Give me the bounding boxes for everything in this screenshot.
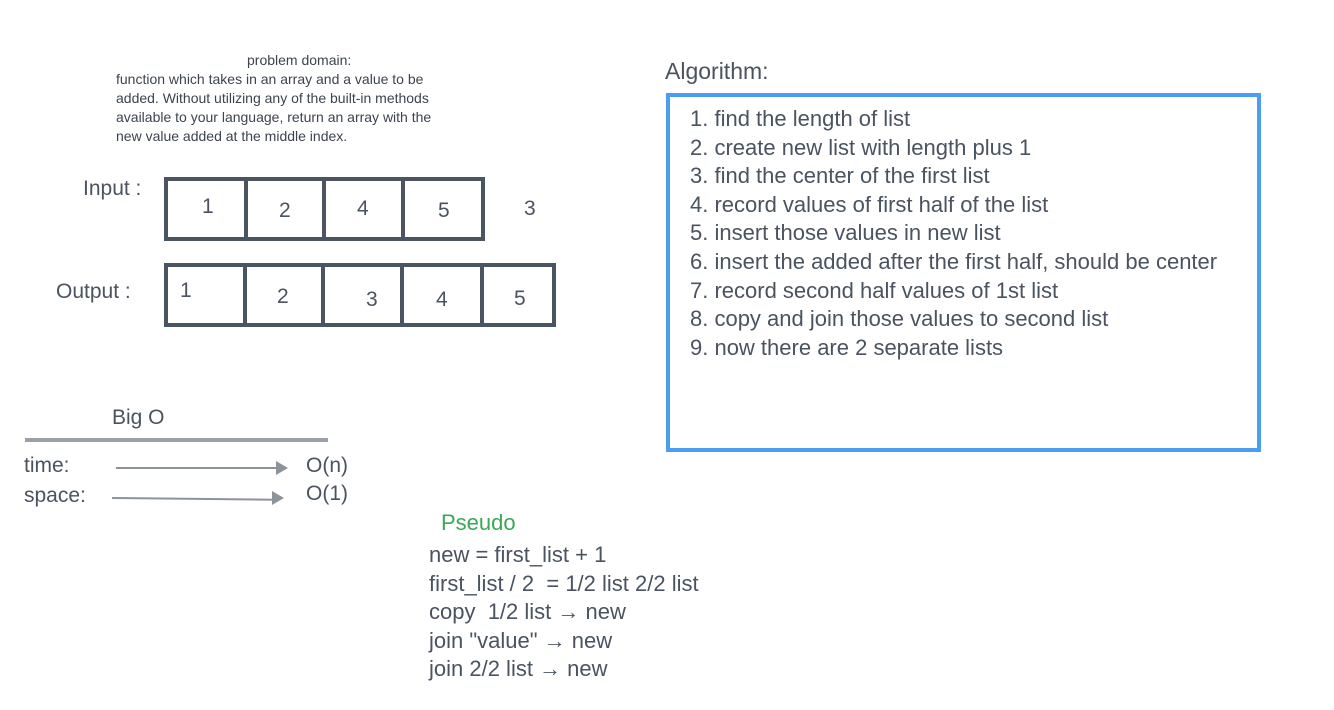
problem-domain-line: new value added at the middle index. [116,128,348,144]
space-complexity: O(1) [306,482,348,505]
output-cell-value: 1 [180,279,192,302]
input-cell: 5 [401,177,485,241]
problem-domain-line: added. Without utilizing any of the buil… [116,90,429,106]
output-cell: 5 [480,263,556,327]
problem-domain-line: function which takes in an array and a v… [116,71,424,87]
output-cell: 4 [400,263,484,327]
pseudo-line: copy 1/2 list → new [429,599,626,625]
output-cell-value: 3 [366,288,378,311]
algorithm-step: 1. find the length of list [690,106,911,131]
pseudo-line: join 2/2 list → new [429,656,608,682]
algorithm-step: 9. now there are 2 separate lists [690,334,1004,360]
output-cell: 1 [164,263,248,327]
algorithm-steps: 1. find the length of list 2. create new… [690,105,1237,362]
pseudo-line: first_list / 2 = 1/2 list 2/2 list [429,570,699,596]
time-label: time: [24,454,70,477]
algorithm-step: 7. record second half values of 1st list [690,277,1059,303]
problem-domain-title: problem domain: [247,52,352,68]
input-value: 3 [524,197,536,220]
input-cell-value: 1 [202,195,214,218]
input-cell: 1 [164,177,248,241]
pseudo-title: Pseudo [441,510,516,535]
algorithm-step: 2. create new list with length plus 1 [690,134,1032,160]
big-o-divider [25,438,328,442]
algorithm-step: 3. find the center of the first list [690,163,990,189]
algorithm-step: 6. insert the added after the first half… [690,248,1218,274]
input-cell-value: 4 [357,197,369,220]
problem-domain-text: function which takes in an array and a v… [116,70,516,146]
output-cell: 3 [321,263,405,327]
space-label: space: [24,484,86,507]
pseudo-line: new = first_list + 1 [429,542,607,567]
algorithm-box: 1. find the length of list 2. create new… [666,93,1261,452]
algorithm-title: Algorithm: [665,58,769,84]
pseudo-line: join "value" → new [429,627,613,653]
pseudo-code: new = first_list + 1 first_list / 2 = 1/… [429,541,699,684]
input-label: Input : [83,177,142,200]
algorithm-step: 8. copy and join those values to second … [690,306,1109,332]
time-arrow [116,467,278,469]
time-complexity: O(n) [306,454,348,477]
input-cell: 2 [244,177,328,241]
input-cell: 4 [322,177,406,241]
input-cell-value: 5 [438,199,450,222]
space-arrow-head-icon [272,491,284,505]
output-cell: 2 [243,263,327,327]
output-label: Output : [56,280,131,303]
problem-domain-line: available to your language, return an ar… [116,109,432,125]
output-cell-value: 5 [514,287,526,310]
big-o-title: Big O [112,406,165,429]
algorithm-step: 4. record values of first half of the li… [690,191,1049,217]
time-arrow-head-icon [276,461,288,475]
input-cell-value: 2 [279,199,291,222]
space-arrow [111,497,275,501]
output-cell-value: 2 [277,285,289,308]
output-cell-value: 4 [436,288,448,311]
algorithm-step: 5. insert those values in new list [690,220,1001,246]
